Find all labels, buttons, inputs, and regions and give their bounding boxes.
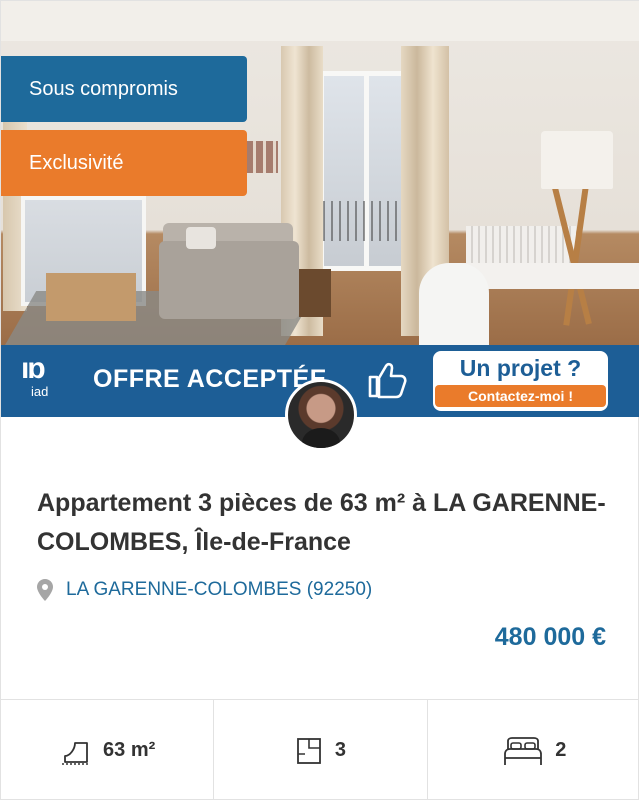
contact-button[interactable]: Contactez-moi !: [435, 385, 606, 407]
iad-logo-text: iad: [31, 384, 49, 399]
feature-rooms: 3: [214, 700, 428, 800]
listing-photo[interactable]: Sous compromis Exclusivité ıɒ iad OFFRE …: [1, 1, 639, 417]
photo-window: [319, 71, 411, 271]
exclusivity-badge: Exclusivité: [1, 130, 247, 196]
photo-cabinet: [299, 269, 331, 317]
rooms-value: 3: [334, 739, 347, 761]
offer-accepted-text: OFFRE ACCEPTÉE: [93, 365, 327, 393]
photo-chair: [419, 263, 489, 355]
listing-price: 480 000 €: [494, 623, 606, 651]
surface-icon: [62, 741, 91, 765]
features-bar: 63 m² 3 2: [1, 699, 639, 800]
photo-radiator: [466, 226, 576, 266]
listing-location: LA GARENNE-COLOMBES (92250): [37, 579, 372, 601]
surface-value: 63 m²: [103, 739, 156, 761]
iad-logo: ıɒ iad: [21, 353, 73, 409]
thumbs-up-icon: [368, 362, 407, 399]
photo-sofa: [159, 241, 299, 319]
feature-surface: 63 m²: [1, 700, 215, 800]
project-cta[interactable]: Un projet ? Contactez-moi !: [433, 351, 608, 411]
agent-avatar[interactable]: [285, 379, 357, 451]
location-text: LA GARENNE-COLOMBES (92250): [66, 579, 373, 600]
photo-ceiling: [1, 1, 639, 41]
photo-coffee-table: [46, 273, 136, 321]
pin-icon: [37, 579, 53, 601]
iad-logo-mark: ıɒ: [21, 352, 46, 385]
listing-card[interactable]: Sous compromis Exclusivité ıɒ iad OFFRE …: [0, 0, 639, 800]
feature-bedrooms: 2: [428, 700, 639, 800]
photo-pillow: [186, 227, 216, 249]
listing-title[interactable]: Appartement 3 pièces de 63 m² à LA GAREN…: [37, 484, 607, 562]
photo-lamp: [541, 131, 613, 189]
bed-icon: [504, 736, 543, 765]
rooms-icon: [297, 737, 321, 764]
photo-frames: [246, 141, 278, 173]
bedrooms-value: 2: [555, 739, 567, 761]
project-cta-title: Un projet ?: [459, 355, 582, 381]
photo-railing: [323, 201, 409, 241]
status-badge: Sous compromis: [1, 56, 247, 122]
